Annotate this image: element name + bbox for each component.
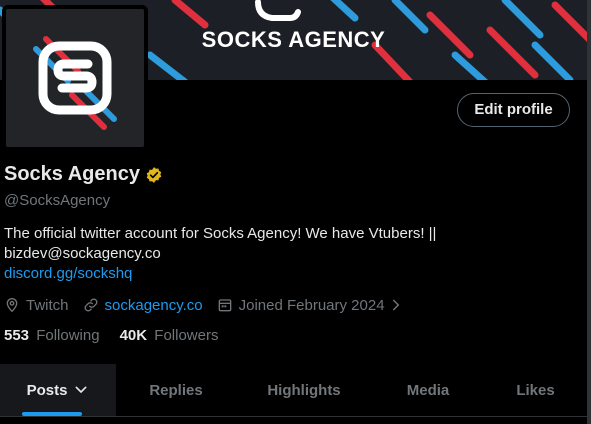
calendar-icon [218,299,231,312]
followers-count: 40K [119,327,148,344]
bio-discord-link[interactable]: discord.gg/sockshq [4,264,474,284]
link-icon [84,298,97,312]
followers-link[interactable]: 40K Followers [120,327,219,344]
joined-item[interactable]: Joined February 2024 [217,297,409,314]
column-border [587,0,591,424]
tab-replies-label: Replies [149,381,203,399]
display-name: Socks Agency [4,163,140,185]
edit-profile-button[interactable]: Edit profile [457,93,570,127]
tab-likes-label: Likes [516,381,555,399]
tab-likes[interactable]: Likes [484,364,587,416]
avatar[interactable] [2,5,148,151]
website-item: sockagency.co [83,297,203,314]
user-handle: @SocksAgency [4,192,111,209]
location-text: Twitch [26,296,69,314]
location-item: Twitch [4,297,69,314]
followers-label: Followers [154,327,219,344]
name-row: Socks Agency [4,163,163,186]
joined-text: Joined February 2024 [238,296,385,314]
following-count: 553 [4,327,30,344]
active-tab-indicator [22,412,82,416]
profile-meta: Twitch sockagency.co Joined February 202… [4,295,423,315]
socks-logo-icon [6,9,144,147]
tab-highlights[interactable]: Highlights [236,364,372,416]
tab-posts-label: Posts [26,381,68,399]
verified-badge-icon[interactable] [145,166,163,184]
website-link[interactable]: sockagency.co [105,297,203,314]
tab-highlights-label: Highlights [267,381,341,399]
tab-posts[interactable]: Posts [0,364,116,416]
tab-media-label: Media [406,381,450,399]
bio: The official twitter account for Socks A… [4,224,474,284]
following-link[interactable]: 553 Following [4,327,100,344]
bio-line-2: bizdev@sockagency.co [4,245,161,262]
following-label: Following [36,327,100,344]
chevron-right-icon [392,299,399,311]
follow-stats: 553 Following 40K Followers [4,327,238,344]
tab-replies[interactable]: Replies [116,364,236,416]
tab-media[interactable]: Media [372,364,484,416]
chevron-down-icon [75,386,87,393]
bio-line-1: The official twitter account for Socks A… [4,225,437,242]
location-icon [6,297,18,313]
profile-tabs: Posts Replies Highlights Media Likes [0,364,587,417]
